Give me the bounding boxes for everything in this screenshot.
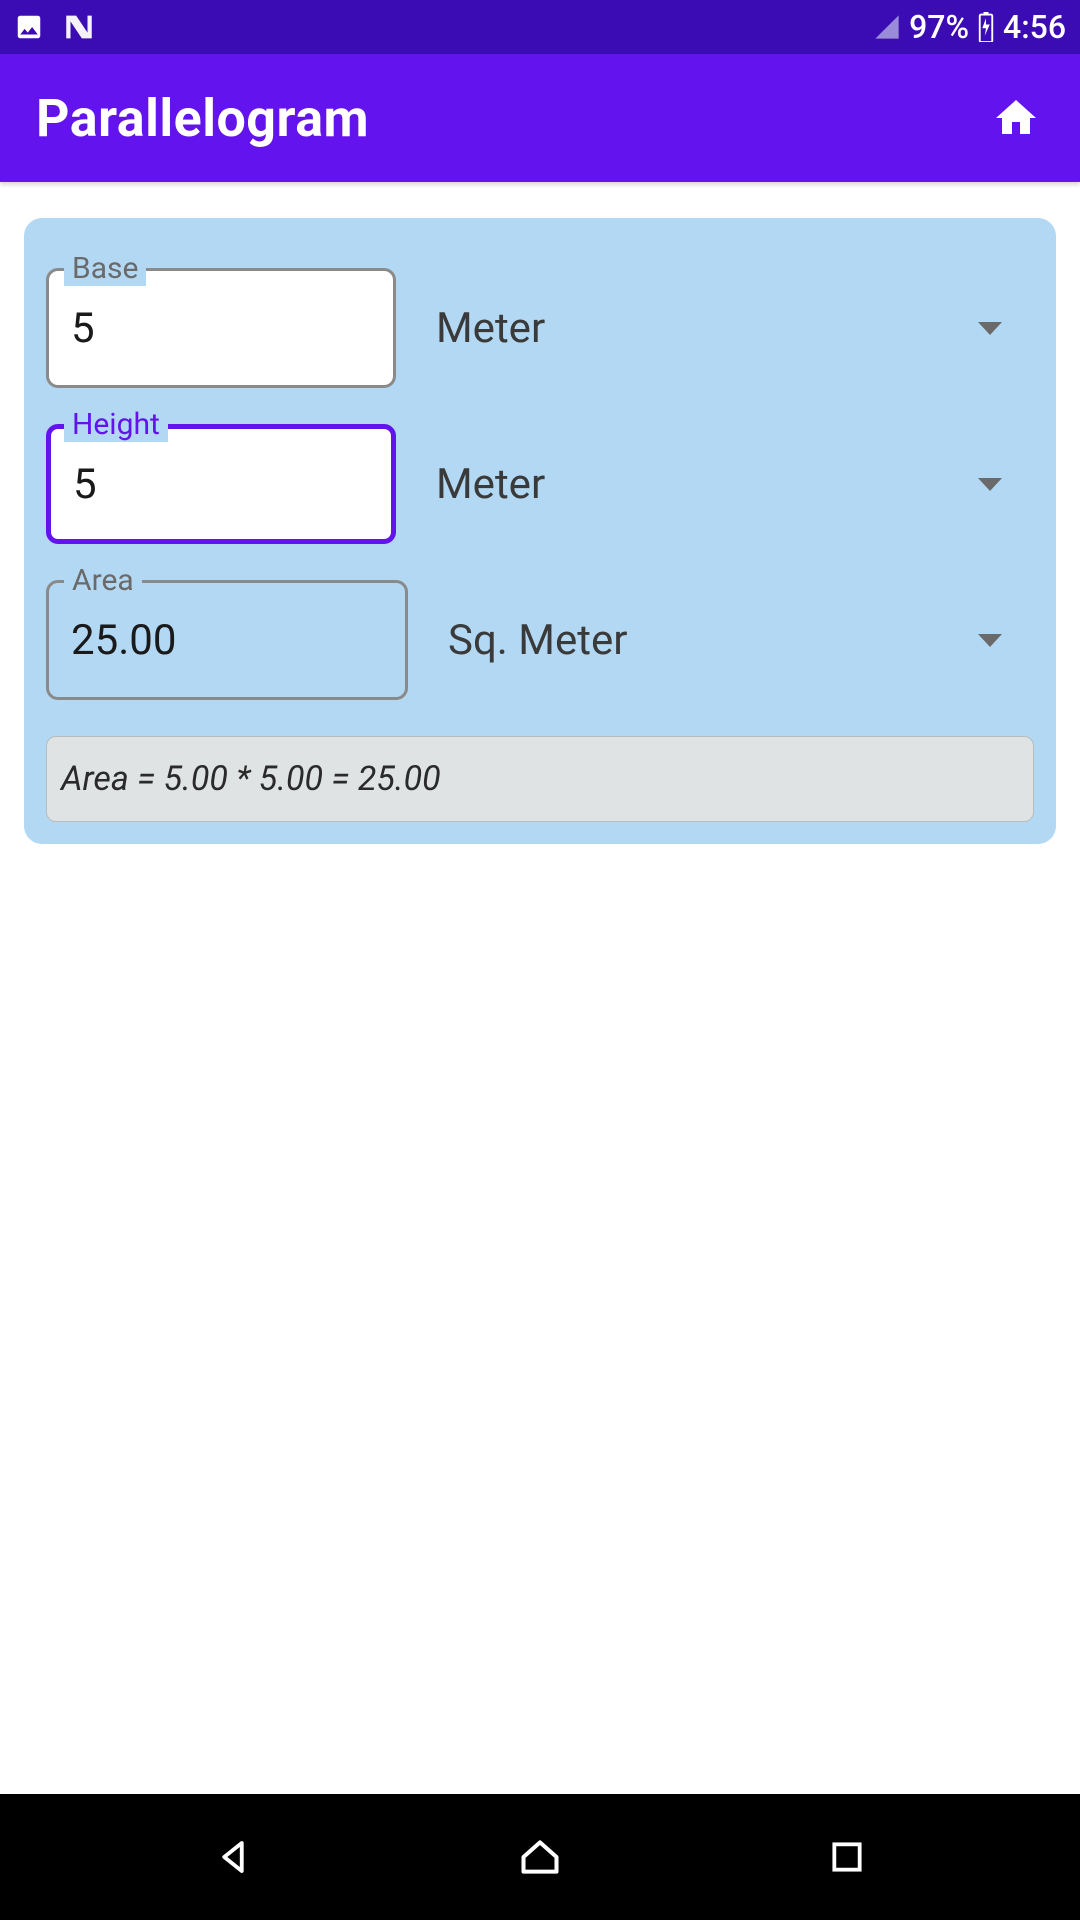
gallery-icon [14,12,44,42]
height-field: Height [46,424,396,544]
height-label: Height [64,407,168,442]
height-row: Height Meter [46,396,1034,544]
battery-percentage: 97% [909,8,969,46]
area-unit-text: Sq. Meter [448,616,627,665]
recent-apps-button[interactable] [787,1827,907,1887]
app-bar: Parallelogram [0,54,1080,182]
area-field: Area [46,580,408,700]
height-unit-text: Meter [436,460,545,509]
height-unit-dropdown[interactable]: Meter [428,424,1034,544]
base-unit-dropdown[interactable]: Meter [428,268,1034,388]
chevron-down-icon [978,322,1002,335]
status-right: 97% 4:56 [873,8,1066,46]
area-unit-dropdown[interactable]: Sq. Meter [440,580,1034,700]
n-icon [62,10,96,44]
home-outline-icon [518,1835,562,1879]
home-icon [992,94,1040,142]
home-nav-button[interactable] [480,1827,600,1887]
base-row: Base Meter [46,240,1034,388]
base-field: Base [46,268,396,388]
area-label: Area [64,563,142,598]
area-output [46,580,408,700]
back-icon [212,1836,254,1878]
base-input[interactable] [46,268,396,388]
back-button[interactable] [173,1827,293,1887]
battery-charging-icon [977,12,995,42]
main-content: Base Meter Height Meter Area [0,182,1080,1920]
status-bar: 97% 4:56 [0,0,1080,54]
clock-time: 4:56 [1003,8,1066,46]
square-icon [828,1838,866,1876]
formula-display: Area = 5.00 * 5.00 = 25.00 [46,736,1034,822]
page-title: Parallelogram [36,88,369,149]
signal-icon [873,13,901,41]
status-left-icons [14,10,96,44]
area-row: Area Sq. Meter [46,552,1034,700]
chevron-down-icon [978,634,1002,647]
navigation-bar [0,1794,1080,1920]
base-label: Base [64,251,146,286]
chevron-down-icon [978,478,1002,491]
base-unit-text: Meter [436,304,545,353]
home-button[interactable] [992,94,1040,142]
calculator-card: Base Meter Height Meter Area [24,218,1056,844]
height-input[interactable] [46,424,396,544]
